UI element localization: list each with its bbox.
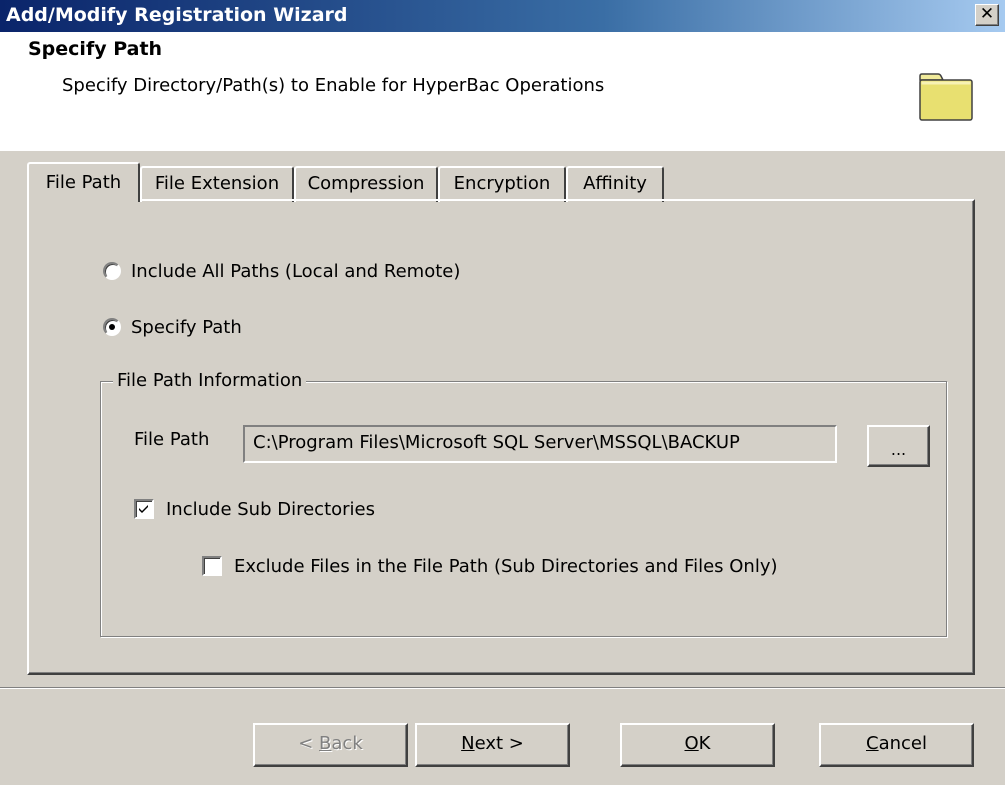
specify-path-label: Specify Path	[131, 316, 242, 338]
back-prefix: <	[298, 733, 320, 754]
footer-divider-highlight	[0, 688, 1005, 689]
radio-button[interactable]	[103, 318, 121, 336]
group-legend: File Path Information	[113, 370, 307, 391]
tab-encryption[interactable]: Encryption	[438, 166, 566, 202]
exclude-files-checkbox[interactable]: Exclude Files in the File Path (Sub Dire…	[202, 553, 778, 579]
checkbox[interactable]	[134, 499, 154, 519]
next-accel: N	[461, 733, 475, 754]
browse-button[interactable]: ...	[867, 425, 930, 467]
exclude-files-label: Exclude Files in the File Path (Sub Dire…	[234, 555, 778, 577]
tab-file-path[interactable]: File Path	[27, 162, 140, 202]
ok-accel: O	[684, 733, 699, 754]
radio-button[interactable]	[103, 262, 121, 280]
ok-rest: K	[698, 733, 711, 754]
cancel-button[interactable]: Cancel	[819, 723, 974, 767]
back-accel: B	[319, 733, 332, 754]
tab-label: File Path	[45, 172, 122, 193]
tab-affinity[interactable]: Affinity	[566, 166, 664, 202]
tab-compression[interactable]: Compression	[294, 166, 438, 202]
back-rest: ack	[331, 733, 363, 754]
file-path-label: File Path	[134, 429, 210, 450]
back-button[interactable]: < Back	[253, 723, 408, 767]
checkbox[interactable]	[202, 556, 222, 576]
page-subtitle: Specify Directory/Path(s) to Enable for …	[62, 75, 605, 96]
include-all-paths-radio[interactable]: Include All Paths (Local and Remote)	[103, 258, 460, 284]
close-icon: ✕	[979, 4, 995, 24]
header-divider	[0, 150, 1005, 151]
next-button[interactable]: Next >	[415, 723, 570, 767]
cancel-rest: ancel	[878, 733, 927, 754]
cancel-accel: C	[866, 733, 879, 754]
folder-icon	[919, 73, 973, 121]
tab-file-extension[interactable]: File Extension	[140, 166, 294, 202]
page-title: Specify Path	[28, 38, 163, 60]
title-bar: Add/Modify Registration Wizard ✕	[0, 0, 1005, 32]
tab-label: File Extension	[154, 173, 280, 194]
close-button[interactable]: ✕	[975, 4, 999, 26]
tab-label: Encryption	[453, 173, 551, 194]
tab-label: Compression	[307, 173, 425, 194]
include-sub-directories-checkbox[interactable]: Include Sub Directories	[134, 496, 375, 522]
checkmark-icon	[139, 505, 148, 513]
browse-button-label: ...	[890, 440, 907, 459]
window-title: Add/Modify Registration Wizard	[6, 4, 348, 26]
file-path-field[interactable]: C:\Program Files\Microsoft SQL Server\MS…	[243, 425, 837, 463]
include-all-paths-label: Include All Paths (Local and Remote)	[131, 260, 461, 282]
tab-label: Affinity	[583, 173, 647, 194]
ok-button[interactable]: OK	[620, 723, 775, 767]
include-sub-directories-label: Include Sub Directories	[166, 498, 375, 520]
specify-path-radio[interactable]: Specify Path	[103, 314, 242, 340]
next-rest: ext >	[474, 733, 524, 754]
